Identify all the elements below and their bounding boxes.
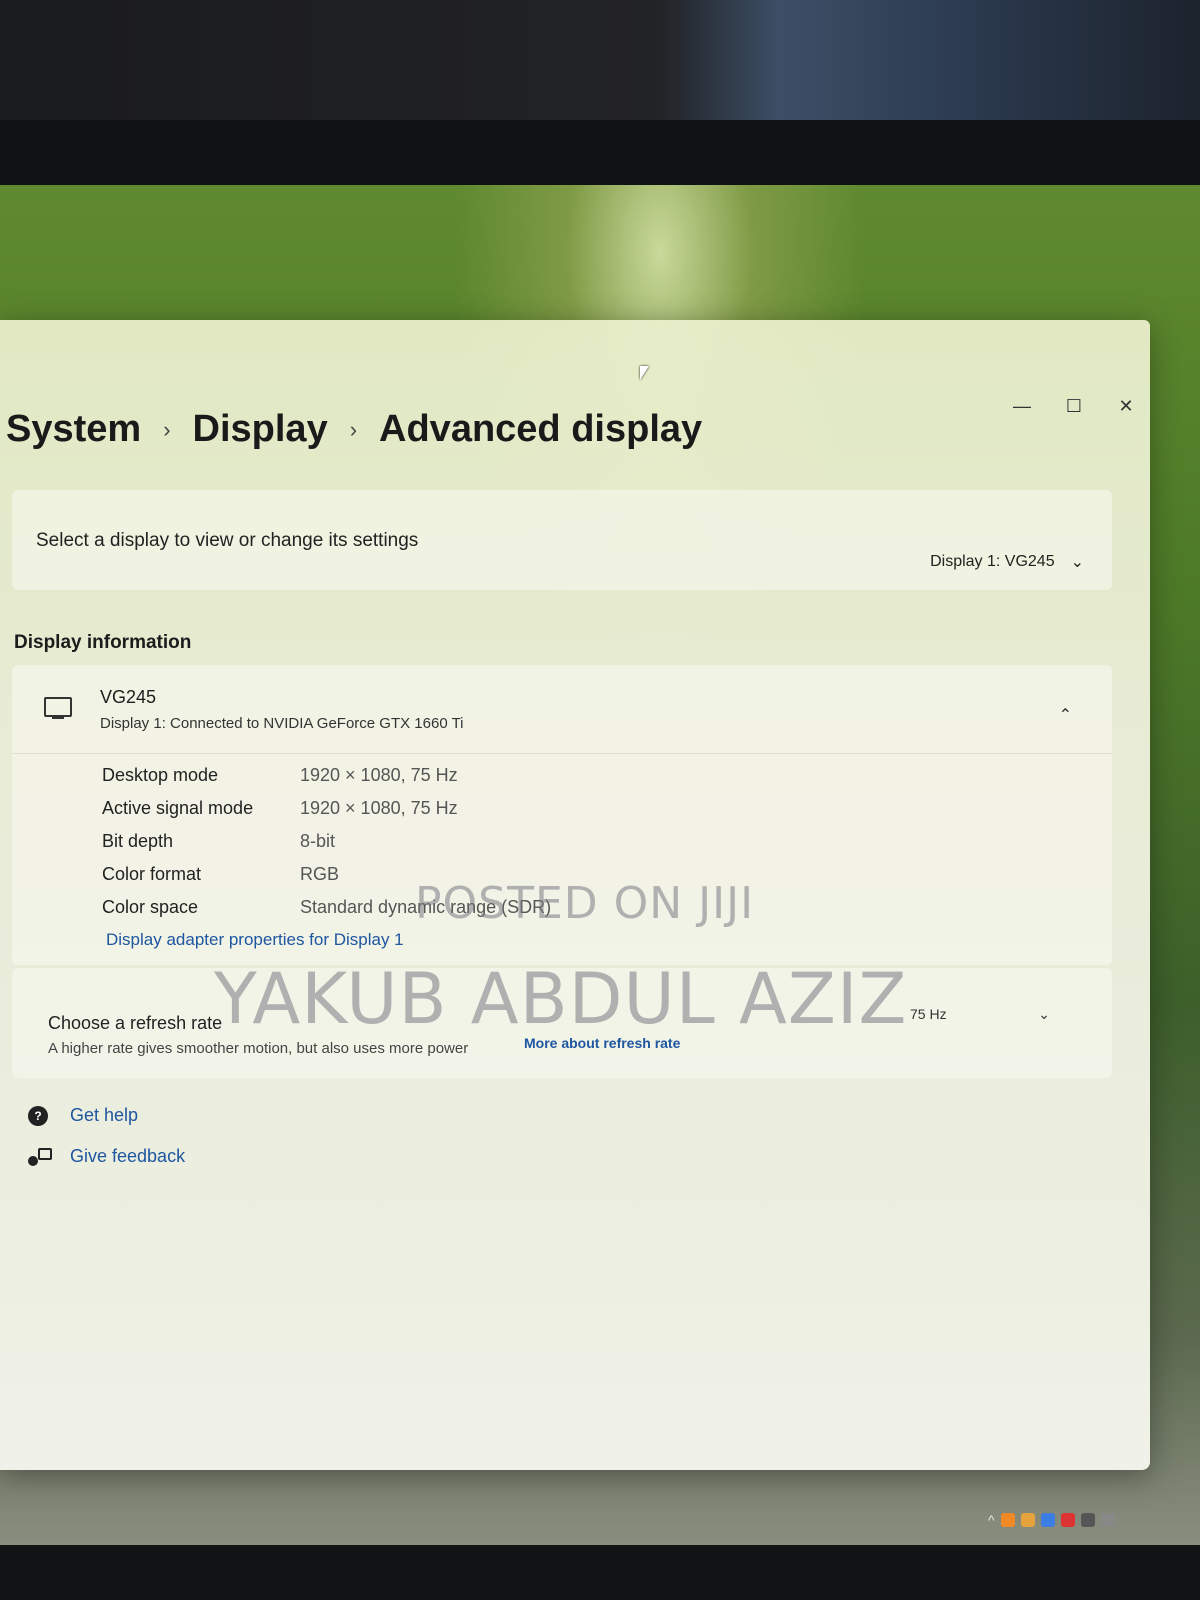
- spec-label: Active signal mode: [102, 798, 254, 818]
- feedback-icon: [28, 1147, 52, 1166]
- network-icon[interactable]: [1080, 1513, 1095, 1527]
- get-help-link[interactable]: ? Get help: [28, 1105, 138, 1126]
- settings-window: — ☐ ✕ System › Display › Advanced displa…: [0, 320, 1150, 1470]
- spec-row-desktop-mode: Desktop mode 1920 × 1080, 75 Hz: [102, 765, 458, 786]
- minimize-button[interactable]: —: [1012, 396, 1032, 417]
- spec-value: RGB: [300, 864, 340, 884]
- maximize-button[interactable]: ☐: [1064, 396, 1084, 417]
- chevron-right-icon: ›: [349, 416, 358, 442]
- mouse-cursor-icon: [640, 366, 649, 380]
- monitor-bezel-bottom: [0, 1545, 1200, 1600]
- more-about-refresh-rate-link[interactable]: More about refresh rate: [524, 1035, 680, 1051]
- display-adapter-properties-link[interactable]: Display adapter properties for Display 1: [106, 930, 404, 950]
- spec-value: 1920 × 1080, 75 Hz: [300, 798, 458, 818]
- refresh-rate-value: 75 Hz: [910, 1006, 947, 1022]
- display-select-label: Select a display to view or change its s…: [36, 530, 419, 551]
- help-icon: ?: [28, 1105, 48, 1126]
- refresh-rate-title: Choose a refresh rate: [48, 1013, 223, 1033]
- display-name: VG245: [100, 687, 157, 707]
- chevron-up-icon[interactable]: ⌃: [1059, 705, 1072, 725]
- refresh-rate-card: Choose a refresh rate A higher rate give…: [12, 968, 1112, 1078]
- breadcrumb: System › Display › Advanced display: [6, 408, 702, 451]
- bluetooth-icon[interactable]: [1040, 1513, 1055, 1527]
- breadcrumb-display[interactable]: Display: [193, 408, 328, 451]
- display-info-card: VG245 Display 1: Connected to NVIDIA GeF…: [12, 665, 1112, 965]
- get-help-label: Get help: [70, 1105, 139, 1125]
- close-button[interactable]: ✕: [1116, 396, 1136, 417]
- monitor-icon: [44, 697, 72, 719]
- spec-value: 8-bit: [300, 831, 336, 851]
- breadcrumb-advanced-display: Advanced display: [379, 408, 703, 450]
- spec-row-color-format: Color format RGB: [102, 864, 339, 885]
- display-select-value: Display 1: VG245: [930, 553, 1055, 570]
- tray-app-icon[interactable]: [1060, 1513, 1075, 1527]
- refresh-rate-description: A higher rate gives smoother motion, but…: [48, 1040, 469, 1057]
- system-tray: ^: [980, 1500, 1200, 1540]
- display-connection: Display 1: Connected to NVIDIA GeForce G…: [100, 715, 464, 732]
- display-select-card: Select a display to view or change its s…: [12, 490, 1112, 590]
- spec-label: Color format: [102, 864, 202, 884]
- refresh-rate-dropdown[interactable]: 75 Hz ⌄: [910, 1006, 1050, 1023]
- tray-overflow-chevron-icon[interactable]: ^: [988, 1512, 995, 1528]
- breadcrumb-system[interactable]: System: [6, 408, 141, 451]
- tray-app-icon[interactable]: [1000, 1513, 1015, 1527]
- window-controls: — ☐ ✕: [1012, 396, 1136, 417]
- chevron-right-icon: ›: [163, 416, 171, 442]
- tray-app-icon[interactable]: [1020, 1513, 1035, 1527]
- spec-label: Desktop mode: [102, 765, 219, 785]
- display-select-dropdown[interactable]: Display 1: VG245 ⌄: [930, 552, 1084, 572]
- spec-row-bit-depth: Bit depth 8-bit: [102, 831, 335, 852]
- divider: [12, 753, 1112, 754]
- spec-value: 1920 × 1080, 75 Hz: [300, 765, 458, 785]
- spec-label: Color space: [102, 897, 199, 917]
- give-feedback-link[interactable]: Give feedback: [28, 1146, 185, 1167]
- spec-row-active-signal-mode: Active signal mode 1920 × 1080, 75 Hz: [102, 798, 458, 819]
- chevron-down-icon: ⌄: [1070, 554, 1084, 571]
- section-title-display-information: Display information: [14, 632, 192, 653]
- spec-label: Bit depth: [102, 831, 174, 851]
- spec-value: Standard dynamic range (SDR): [300, 897, 552, 917]
- give-feedback-label: Give feedback: [70, 1146, 186, 1166]
- spec-row-color-space: Color space Standard dynamic range (SDR): [102, 897, 551, 918]
- volume-icon[interactable]: [1100, 1513, 1115, 1527]
- chevron-down-icon: ⌄: [1038, 1006, 1050, 1022]
